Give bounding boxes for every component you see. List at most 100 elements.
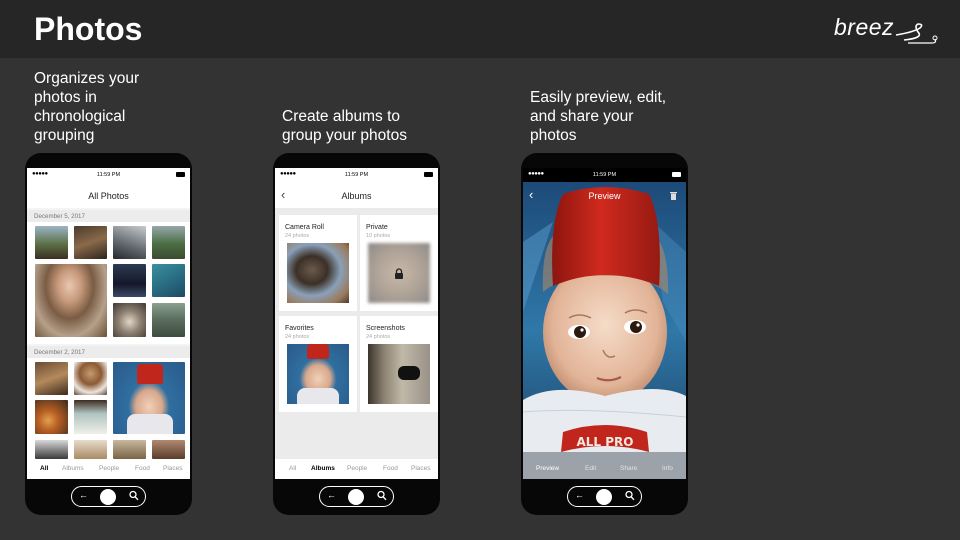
phone-albums: ●●●●● 11:59 PM ‹ Albums Camera Roll 24 p… <box>273 153 440 515</box>
tab-edit[interactable]: Edit <box>585 465 596 472</box>
album-name: Camera Roll <box>285 224 324 231</box>
caption-chronological: Organizes your photos in chronological g… <box>34 70 140 144</box>
photo-thumbnail[interactable] <box>74 226 107 259</box>
photo-thumbnail[interactable] <box>74 400 107 434</box>
photo-thumbnail[interactable] <box>152 226 185 259</box>
phone-preview: ●●●●● 11:59 PM ALL PRO ‹ Preview Preview… <box>521 153 688 515</box>
back-arrow-icon[interactable]: ← <box>575 490 584 500</box>
album-card-screenshots[interactable]: Screenshots 24 photos <box>360 316 438 412</box>
album-name: Favorites <box>285 325 314 332</box>
status-time: 11:59 PM <box>592 172 617 178</box>
date-header: December 2, 2017 <box>27 346 190 358</box>
nav-title: Albums <box>341 191 372 201</box>
logo-swirl-icon <box>895 23 938 44</box>
preview-tab-bar: Preview Edit Share Info <box>523 459 686 479</box>
photo-thumbnail[interactable] <box>35 362 68 395</box>
fez-hat-shape <box>307 344 329 359</box>
bib-shape <box>297 388 339 404</box>
nav-title: All Photos <box>88 191 129 201</box>
home-button[interactable] <box>596 488 612 505</box>
trash-icon[interactable] <box>670 191 677 200</box>
tab-food[interactable]: Food <box>135 465 150 472</box>
search-icon[interactable] <box>129 490 139 502</box>
nav-title: Preview <box>588 191 621 201</box>
battery-icon <box>176 172 185 177</box>
album-name: Private <box>366 224 388 231</box>
photo-thumbnail[interactable] <box>113 303 146 337</box>
phone-screen: ●●●●● 11:59 PM ‹ Albums Camera Roll 24 p… <box>275 168 438 479</box>
tab-bar: All Albums People Food Places <box>27 459 190 479</box>
photo-thumbnail[interactable] <box>152 440 185 459</box>
tab-food[interactable]: Food <box>383 465 398 472</box>
nav-bar: ‹ Preview <box>523 182 686 208</box>
home-button[interactable] <box>100 488 116 505</box>
photo-thumbnail[interactable] <box>113 264 146 297</box>
status-time: 11:59 PM <box>96 172 121 178</box>
tab-people[interactable]: People <box>99 465 119 472</box>
album-card-camera-roll[interactable]: Camera Roll 24 photos <box>279 215 357 311</box>
status-bar: ●●●●● 11:59 PM <box>523 168 686 182</box>
photo-thumbnail-large[interactable] <box>35 264 107 337</box>
photo-thumbnail[interactable] <box>35 440 68 459</box>
tab-all[interactable]: All <box>289 465 296 472</box>
photo-thumbnail[interactable] <box>113 440 146 459</box>
home-bar: ← <box>71 486 146 507</box>
nav-bar: ‹ Albums <box>275 182 438 208</box>
home-bar: ← <box>567 486 642 507</box>
phone-screen: ●●●●● 11:59 PM All Photos December 5, 20… <box>27 168 190 479</box>
album-count: 24 photos <box>285 233 310 239</box>
tab-albums[interactable]: Albums <box>311 465 335 472</box>
back-arrow-icon[interactable]: ← <box>79 490 88 500</box>
photo-thumbnail[interactable] <box>35 400 68 434</box>
tab-places[interactable]: Places <box>411 465 431 472</box>
album-card-favorites[interactable]: Favorites 24 photos <box>279 316 357 412</box>
slide-header-bar <box>0 0 960 58</box>
photo-grid <box>27 222 190 344</box>
photo-thumbnail[interactable] <box>74 440 107 459</box>
dog-shape <box>398 366 420 380</box>
album-thumbnail <box>368 344 430 404</box>
slide-title: Photos <box>34 11 143 47</box>
tab-albums[interactable]: Albums <box>62 465 84 472</box>
status-bar: ●●●●● 11:59 PM <box>27 168 190 182</box>
caption-albums: Create albums to group your photos <box>282 108 407 144</box>
album-thumbnail <box>287 243 349 303</box>
album-thumbnail <box>287 344 349 404</box>
search-icon[interactable] <box>377 490 387 502</box>
preview-photo[interactable]: ALL PRO <box>523 182 686 479</box>
status-bar: ●●●●● 11:59 PM <box>275 168 438 182</box>
album-count: 24 photos <box>366 334 391 340</box>
photo-thumbnail[interactable] <box>35 226 68 259</box>
photo-thumbnail[interactable] <box>113 226 146 259</box>
home-bar: ← <box>319 486 394 507</box>
tab-share[interactable]: Share <box>620 465 637 472</box>
photo-thumbnail[interactable] <box>152 264 185 297</box>
fez-hat-shape <box>137 364 163 384</box>
album-name: Screenshots <box>366 325 405 332</box>
search-icon[interactable] <box>625 490 635 502</box>
album-count: 24 photos <box>285 334 310 340</box>
lock-icon <box>395 268 403 279</box>
battery-icon <box>672 172 681 177</box>
photo-thumbnail[interactable] <box>152 303 185 337</box>
caption-preview: Easily preview, edit, and share your pho… <box>530 89 667 144</box>
tab-all[interactable]: All <box>40 465 48 472</box>
tab-bar: All Albums People Food Places <box>275 459 438 479</box>
tab-preview[interactable]: Preview <box>536 465 559 472</box>
photo-thumbnail-large[interactable] <box>113 362 185 434</box>
tab-info[interactable]: Info <box>662 465 673 472</box>
photo-thumbnail[interactable] <box>74 362 107 395</box>
album-card-private[interactable]: Private 10 photos <box>360 215 438 311</box>
tab-people[interactable]: People <box>347 465 367 472</box>
status-time: 11:59 PM <box>344 172 369 178</box>
date-header: December 5, 2017 <box>27 210 190 222</box>
photo-grid <box>27 358 190 459</box>
phone-screen: ●●●●● 11:59 PM ALL PRO ‹ Preview Preview… <box>523 168 686 479</box>
battery-icon <box>424 172 433 177</box>
back-arrow-icon[interactable]: ← <box>327 490 336 500</box>
baby-portrait-image: ALL PRO <box>523 182 686 479</box>
tab-places[interactable]: Places <box>163 465 183 472</box>
nav-bar: All Photos <box>27 182 190 208</box>
home-button[interactable] <box>348 488 364 505</box>
bib-text: ALL PRO <box>577 435 634 449</box>
